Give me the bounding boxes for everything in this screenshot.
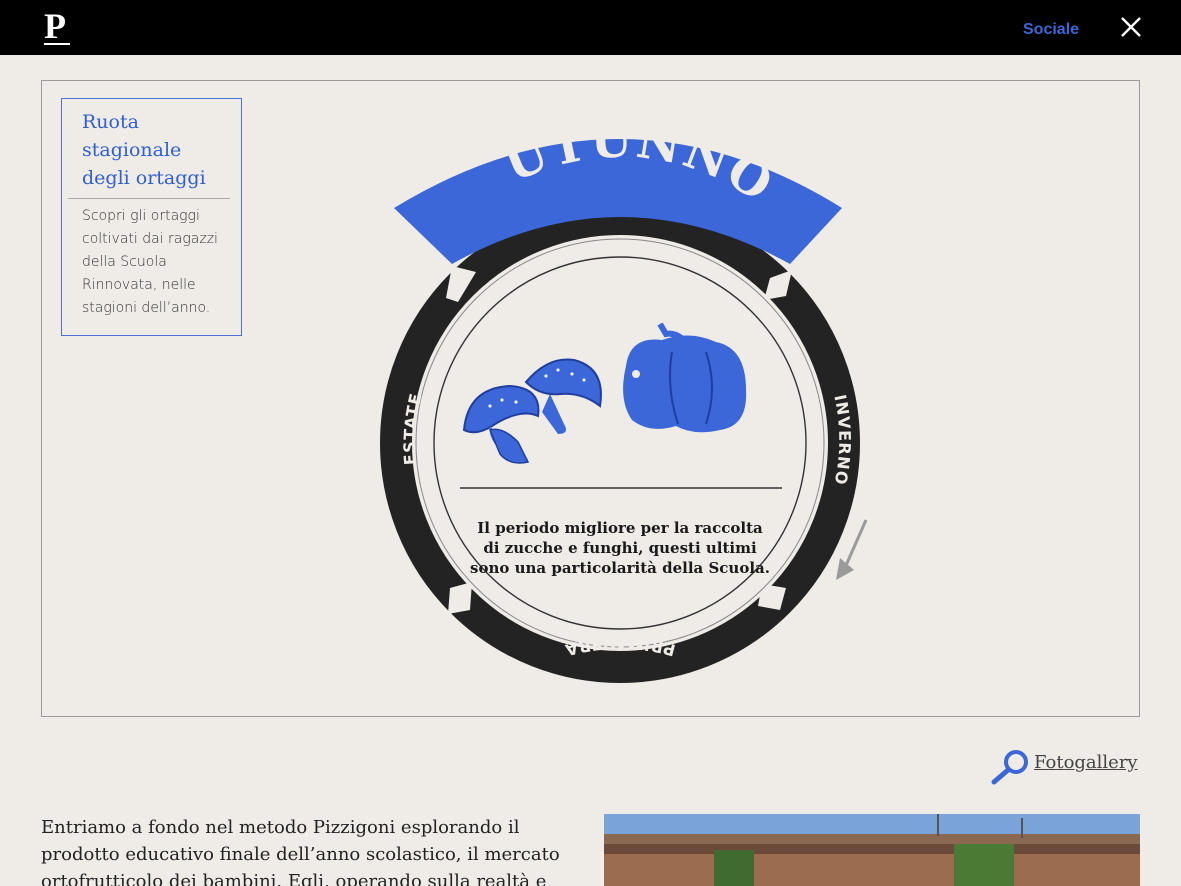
fotogallery-link[interactable]: Fotogallery xyxy=(990,748,1140,785)
logo[interactable]: P xyxy=(44,8,66,44)
legend-divider xyxy=(68,198,230,199)
seasonal-wheel: AUTUNNO ESTATE INVERNO PRIMAVERA xyxy=(360,130,868,683)
article-paragraph: Entriamo a fondo nel metodo Pizzigoni es… xyxy=(41,817,560,886)
legend-description: Scopri gli ortaggi coltivati dai ragazzi… xyxy=(82,208,218,316)
magnifier-icon xyxy=(991,750,1028,785)
logo-underline xyxy=(44,43,70,45)
top-bar: P Sociale xyxy=(0,0,1181,55)
wheel-caption: Il periodo migliore per la raccolta di z… xyxy=(470,519,770,577)
social-link[interactable]: Sociale xyxy=(1023,21,1079,39)
legend-card: Ruota stagionale degli ortaggi Scopri gl… xyxy=(61,98,242,336)
article-photo[interactable] xyxy=(604,814,1140,886)
legend-title: Ruota stagionale degli ortaggi xyxy=(82,111,206,189)
close-icon[interactable] xyxy=(1118,14,1144,40)
fotogallery-label[interactable]: Fotogallery xyxy=(1034,752,1138,773)
